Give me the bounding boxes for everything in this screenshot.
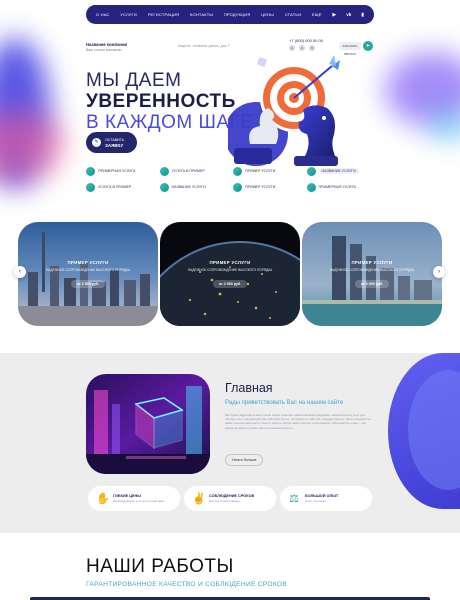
service-chip[interactable]: ПРИМЕР УСЛУГИ (233, 182, 303, 192)
decor-blob-right-cyan (430, 110, 460, 140)
service-icon (159, 166, 169, 176)
service-card-price: от 2 500 руб. (354, 280, 390, 288)
about-text: Мы будем рады видеть вас в числе наших к… (225, 413, 371, 430)
feature-subtitle: Опыт на рынке (305, 499, 326, 503)
telegram-icon[interactable]: ➤ (363, 41, 373, 51)
service-icon (233, 166, 242, 176)
service-card-caption: ПРИМЕР УСЛУГИ НАДЕЖНОЕ СОПРОВОЖДЕНИЕ ВЫС… (18, 260, 158, 290)
service-card-subtitle: НАДЕЖНОЕ СОПРОВОЖДЕНИЕ ВЫСОКОГО ПОРЯДКА (329, 268, 415, 272)
nav-item-products[interactable]: ПРОДУКЦИЯ (224, 12, 251, 17)
handshake-icon: ✌ (192, 492, 206, 505)
service-card[interactable]: ПРИМЕР УСЛУГИ НАДЕЖНОЕ СОПРОВОЖДЕНИЕ ВЫС… (160, 222, 300, 326)
hero-illustration-target-chess (228, 55, 340, 166)
service-card[interactable]: ПРИМЕР УСЛУГИ НАДЕЖНОЕ СОПРОВОЖДЕНИЕ ВЫС… (302, 222, 442, 326)
service-chips: ПРИМЕРНАЯ УСЛУГА УСЛУГА В ПРИМЕР ПРИМЕР … (86, 166, 376, 192)
nav-item-articles[interactable]: СТАТЬИ (285, 12, 302, 17)
service-chip-label: НАЗВАНИЕ УСЛУГИ (318, 168, 359, 174)
mobile-icon[interactable]: ▮ (361, 12, 364, 18)
service-chip[interactable]: УСЛУГА В ПРИМЕР (159, 166, 230, 176)
social-icons: ▶ vk ▮ (332, 12, 364, 18)
nav-item-prices[interactable]: ЦЕНЫ (261, 12, 274, 17)
works-subtitle: ГАРАНТИРОВАННОЕ КАЧЕСТВО И СОБЛЮДЕНИЕ СР… (86, 581, 288, 588)
service-card-caption: ПРИМЕР УСЛУГИ НАДЕЖНОЕ СОПРОВОЖДЕНИЕ ВЫС… (302, 260, 442, 290)
about-subtitle: Рады приветствовать Вас на нашем сайте (225, 400, 344, 406)
service-card[interactable]: ПРИМЕР УСЛУГИ НАДЕЖНОЕ СОПРОВОЖДЕНИЕ ВЫС… (18, 222, 158, 326)
nav-item-services[interactable]: УСЛУГИ (120, 12, 137, 17)
service-card-subtitle: НАДЕЖНОЕ СОПРОВОЖДЕНИЕ ВЫСОКОГО ПОРЯДКА (45, 268, 131, 272)
youtube-icon[interactable]: ▶ (332, 12, 336, 18)
service-chip[interactable]: ПРИМЕР УСЛУГИ (233, 166, 303, 176)
feature-text: ГИБКИЕ ЦЕНЫ Индивидуально и по доступной… (113, 494, 164, 503)
service-chip-label: НАЗВАНИЕ УСЛУГИ (171, 185, 206, 189)
leave-request-button[interactable]: ✎ ОСТАВИТЬ ЗАЯВКУ (86, 132, 137, 153)
service-chip-label: УСЛУГА В ПРИМЕР (171, 169, 205, 173)
nav-item-registration[interactable]: РЕГИСТРАЦИЯ (148, 12, 180, 17)
vk-icon[interactable]: vk (346, 12, 351, 17)
service-card-title: ПРИМЕР УСЛУГИ (209, 260, 251, 265)
scales-icon: ⚖ (289, 492, 299, 505)
feature-text: СОБЛЮДЕНИЕ СРОКОВ Быстро и качественно (209, 494, 254, 503)
company-brand[interactable]: Название компании Ваш слоган компании (86, 42, 127, 52)
service-chip-label: ПРИМЕРНАЯ УСЛУГА (318, 185, 356, 189)
about-title: Главная (225, 381, 273, 395)
works-title: НАШИ РАБОТЫ (86, 556, 234, 577)
feature-title: СОБЛЮДЕНИЕ СРОКОВ (209, 494, 255, 498)
leave-request-label-top: ОСТАВИТЬ (105, 137, 125, 142)
service-chip[interactable]: НАЗВАНИЕ УСЛУГИ (306, 166, 377, 176)
service-card-subtitle: НАДЕЖНОЕ СОПРОВОЖДЕНИЕ ВЫСОКОГО ПОРЯДКА (187, 268, 273, 272)
service-card-caption: ПРИМЕР УСЛУГИ НАДЕЖНОЕ СОПРОВОЖДЕНИЕ ВЫС… (160, 260, 300, 290)
header-messenger-icons: ◎ ◎ ✉ (289, 45, 315, 51)
feature-text: БОЛЬШОЙ ОПЫТ Опыт на рынке (305, 494, 338, 503)
service-icon (306, 166, 316, 176)
nav-item-contacts[interactable]: КОНТАКТЫ (190, 12, 213, 17)
service-icon (86, 182, 95, 192)
leave-request-label: ОСТАВИТЬ ЗАЯВКУ (105, 138, 124, 148)
company-name: Название компании (86, 42, 128, 47)
search-field[interactable]: Ищите, главное умом, док ? (178, 42, 238, 49)
services-carousel: ПРИМЕР УСЛУГИ НАДЕЖНОЕ СОПРОВОЖДЕНИЕ ВЫС… (0, 222, 460, 326)
service-card-price: от 2 500 руб. (212, 280, 248, 288)
service-chip-label: ПРИМЕР УСЛУГИ (245, 169, 276, 173)
whatsapp-icon[interactable]: ◎ (289, 45, 295, 51)
neon-cube-image (86, 374, 210, 474)
carousel-next-arrow-icon[interactable]: › (433, 266, 445, 278)
service-icon (159, 182, 169, 192)
mail-icon[interactable]: ✉ (309, 45, 315, 51)
service-chip[interactable]: НАЗВАНИЕ УСЛУГИ (159, 182, 230, 192)
service-chip-label: ПРИМЕРНАЯ УСЛУГА (98, 169, 136, 173)
service-icon (306, 182, 316, 192)
top-navigation: О НАС УСЛУГИ РЕГИСТРАЦИЯ КОНТАКТЫ ПРОДУК… (86, 5, 374, 24)
learn-more-button[interactable]: Узнать больше (225, 454, 263, 466)
service-chip[interactable]: ПРИМЕРНАЯ УСЛУГА (306, 182, 377, 192)
service-chip[interactable]: УСЛУГА В ПРИМЕР (86, 182, 156, 192)
service-card-price: от 2 500 руб. (70, 280, 106, 288)
feature-card: ⚖ БОЛЬШОЙ ОПЫТ Опыт на рынке (280, 486, 372, 511)
feature-title: ГИБКИЕ ЦЕНЫ (113, 494, 142, 498)
phone-number[interactable]: +7 (000) 000 00 00 (289, 38, 323, 43)
decor-blob-left-pink (0, 110, 65, 180)
carousel-prev-arrow-icon[interactable]: ‹ (14, 266, 26, 278)
pen-icon: ✎ (92, 138, 101, 147)
viber-icon[interactable]: ◎ (299, 45, 305, 51)
call-request-button[interactable]: ЗАКАЗАТЬ ЗВОНОК (339, 42, 361, 56)
hand-coins-icon: ✋ (96, 492, 110, 505)
nav-item-more[interactable]: ЕЩЁ (312, 12, 322, 17)
service-icon (86, 166, 95, 176)
leave-request-label-bottom: ЗАЯВКУ (105, 142, 124, 148)
service-card-title: ПРИМЕР УСЛУГИ (67, 260, 109, 265)
feature-card: ✌ СОБЛЮДЕНИЕ СРОКОВ Быстро и качественно (184, 486, 276, 511)
search-placeholder: Ищите, главное умом, док ? (178, 43, 231, 48)
service-chip-label: ПРИМЕР УСЛУГИ (245, 185, 276, 189)
feature-subtitle: Быстро и качественно (209, 499, 240, 503)
landing-page: О НАС УСЛУГИ РЕГИСТРАЦИЯ КОНТАКТЫ ПРОДУК… (0, 0, 460, 600)
nav-item-about[interactable]: О НАС (96, 12, 110, 17)
company-slogan: Ваш слоган компании (86, 48, 122, 52)
service-card-title: ПРИМЕР УСЛУГИ (351, 260, 393, 265)
feature-card: ✋ ГИБКИЕ ЦЕНЫ Индивидуально и по доступн… (88, 486, 180, 511)
feature-subtitle: Индивидуально и по доступной цене (113, 499, 165, 503)
service-icon (233, 182, 242, 192)
feature-title: БОЛЬШОЙ ОПЫТ (305, 494, 339, 498)
service-chip-label: УСЛУГА В ПРИМЕР (98, 185, 132, 189)
service-chip[interactable]: ПРИМЕРНАЯ УСЛУГА (86, 166, 156, 176)
